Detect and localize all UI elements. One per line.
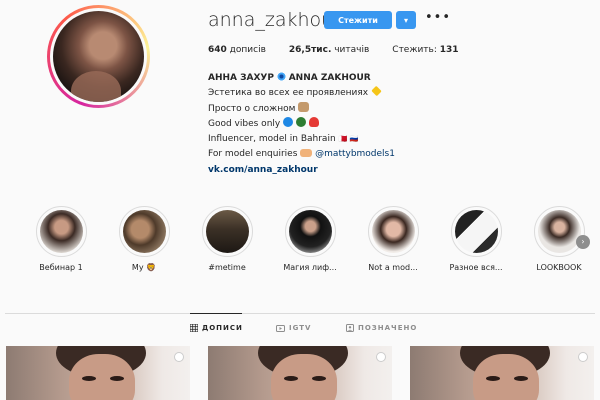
carousel-badge-icon [174,352,184,362]
highlight-item[interactable]: Разное вся... [445,206,507,272]
more-options-icon[interactable]: ••• [425,10,451,25]
post-image-face [473,354,539,400]
following-stat[interactable]: Стежить: 131 [392,45,458,55]
tab-igtv[interactable]: IGTV [276,324,311,332]
highlight-label: Магия лиф... [283,263,337,272]
red-heart-emoji-icon [308,116,319,127]
highlight-cover-ring [35,206,87,257]
avatar-frame [50,8,147,105]
highlight-label: #metime [208,263,246,272]
highlight-cover-image [288,210,332,253]
post-image-eye [82,376,96,381]
post-image-face [271,354,337,400]
story-highlights: Вебинар 1 My 🦁 #metime Магия лиф... Not … [30,206,590,281]
follow-button[interactable]: Стежити [324,11,392,29]
blue-gem-emoji-icon [283,116,294,127]
highlight-cover-image [454,210,498,253]
highlight-label: My 🦁 [131,263,157,272]
carousel-badge-icon [578,352,588,362]
highlight-cover-image [371,210,415,253]
highlight-label: Not a mod... [368,263,418,272]
carousel-badge-icon [376,352,386,362]
tabs-divider [5,313,595,314]
avatar-image [53,11,144,102]
highlight-cover-image [205,210,249,253]
highlight-cover-ring [367,206,419,257]
highlight-label: Разное вся... [449,263,503,272]
profile-tabs: ДОПИСИ IGTV ПОЗНАЧЕНО [190,324,420,336]
followers-stat[interactable]: 26,5тис. читачів [289,45,369,55]
bio-line-6: vk.com/anna_zakhour [208,163,568,178]
sparkle-emoji-icon [371,86,382,97]
tagged-icon [346,324,354,332]
suggestions-dropdown-button[interactable]: ▾ [396,11,416,29]
profile-bio: АННА ЗАХУР ANNA ZAKHOUR Эстетика во всех… [208,71,568,178]
tab-tagged[interactable]: ПОЗНАЧЕНО [346,324,417,332]
grid-icon [190,324,198,332]
profile-username: anna_zakhour [208,9,342,31]
highlight-item[interactable]: Магия лиф... [279,206,341,272]
green-circle-emoji-icon [295,116,306,127]
bio-line-3: Good vibes only [208,116,568,132]
highlights-next-arrow-icon[interactable]: › [576,235,590,249]
tab-igtv-label: IGTV [289,324,312,332]
highlight-item[interactable]: Вебинар 1 [30,206,92,272]
highlight-item[interactable]: #metime [196,206,258,272]
bio-name-latin: ANNA ZAKHOUR [288,73,371,83]
highlight-cover-ring [533,206,585,257]
tab-tagged-label: ПОЗНАЧЕНО [358,324,418,332]
highlight-cover-ring [284,206,336,257]
highlight-label: Вебинар 1 [39,263,83,272]
post-thumbnail[interactable] [208,346,392,400]
post-image-eye [486,376,500,381]
highlight-label: LOOKBOOK [536,263,582,272]
post-image-eye [514,376,528,381]
post-image-eye [312,376,326,381]
post-image-eye [284,376,298,381]
post-image-eye [110,376,124,381]
post-image-face [69,354,135,400]
highlight-cover-image [39,210,83,253]
bio-line-5: For model enquiries @mattybmodels1 [208,149,395,160]
bio-line-2: Просто о сложном [208,101,568,117]
highlight-cover-image [537,210,581,253]
posts-stat: 640 дописів [208,45,266,55]
tab-posts-label: ДОПИСИ [202,324,243,332]
highlight-item[interactable]: Not a mod... [362,206,424,272]
bio-mention-link[interactable]: @mattybmodels1 [315,149,395,159]
bio-name-line: АННА ЗАХУР ANNA ZAKHOUR [208,71,568,86]
highlight-cover-ring [450,206,502,257]
profile-avatar[interactable] [47,5,150,108]
post-thumbnail[interactable] [6,346,190,400]
bio-website-link[interactable]: vk.com/anna_zakhour [208,165,318,175]
highlight-cover-image [122,210,166,253]
bio-name: АННА ЗАХУР [208,73,274,83]
building-emoji-icon [298,101,310,112]
highlight-cover-ring [118,206,170,257]
active-tab-indicator [190,313,242,314]
pointing-hand-emoji-icon [300,149,313,158]
blue-eye-emoji-icon [276,72,286,81]
highlight-cover-ring [201,206,253,257]
post-thumbnail[interactable] [410,346,594,400]
highlight-item[interactable]: My 🦁 [113,206,175,272]
bio-line-4: Influencer, model in Bahrain 🇧🇭 🇷🇺 [208,134,359,145]
bio-flags: 🇧🇭 🇷🇺 [338,135,359,144]
profile-stats: 640 дописів 26,5тис. читачів Стежить: 13… [208,45,482,55]
tab-posts[interactable]: ДОПИСИ [190,324,243,332]
bio-line-1: Эстетика во всех ее проявлениях [208,86,568,101]
tv-icon [276,325,285,332]
